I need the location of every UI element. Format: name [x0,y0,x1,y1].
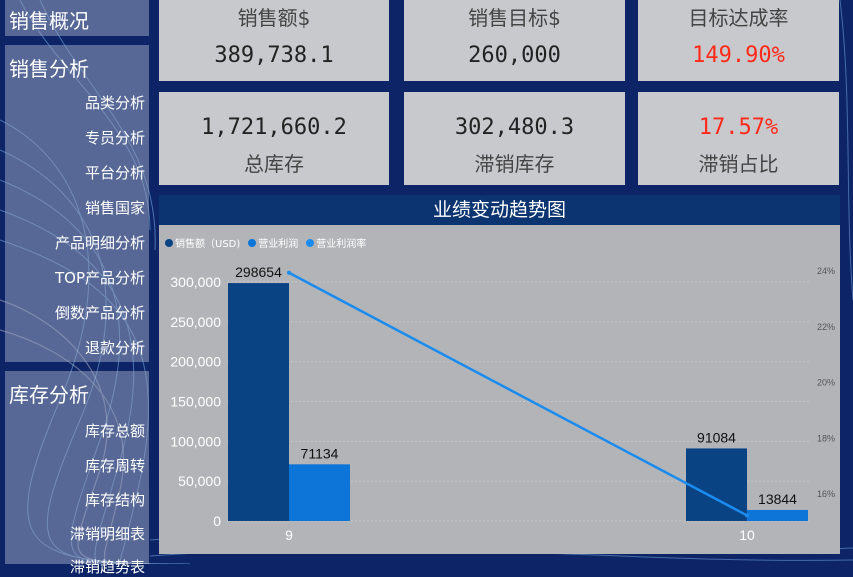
y-tick-label: 50,000 [178,473,221,489]
y-tick-label: 150,000 [170,394,221,410]
bar-sales [228,283,289,521]
y2-tick-label: 18% [817,433,835,443]
bar-value-label: 298654 [235,264,282,280]
y2-tick-label: 22% [817,322,835,332]
y-tick-label: 200,000 [170,354,221,370]
sidebar-overview-title[interactable]: 销售概况 [9,5,89,34]
sidebar-overview[interactable]: 销售概况 [5,0,149,36]
kpi-target-rate-value: 149.90% [692,43,785,68]
sidebar-item-platform[interactable]: 平台分析 [85,162,145,183]
rate-point [745,513,749,518]
y2-tick-label: 20% [817,378,835,388]
y-tick-label: 0 [213,513,221,529]
bar-profit [289,464,350,521]
trend-chart: 0 50,000 100,000 150,000 200,000 250,000 300,0… [170,264,835,543]
sidebar-sales-title[interactable]: 销售分析 [9,53,89,82]
sidebar-item-product-detail[interactable]: 产品明细分析 [55,232,145,253]
sidebar-item-bottom-products[interactable]: 倒数产品分析 [55,302,145,323]
sidebar-item-top-products[interactable]: TOP产品分析 [55,267,145,288]
y2-tick-label: 24% [817,266,835,276]
sidebar-item-inventory-structure[interactable]: 库存结构 [85,489,145,510]
bar-value-label: 71134 [301,445,339,461]
kpi-total-inventory: 1,721,660.2 总库存 [159,92,389,185]
y-tick-label: 250,000 [170,314,221,330]
kpi-sales-amount-value: 389,738.1 [214,43,334,68]
kpi-slow-ratio: 17.57% 滞销占比 [638,92,839,185]
kpi-slow-ratio-value: 17.57% [698,115,779,140]
sidebar-inventory-title[interactable]: 库存分析 [9,379,89,408]
trend-chart-panel: 业绩变动趋势图 销售额（USD) 营业利润 营业利润率 0 50,000 100,0… [159,195,840,554]
kpi-sales-amount: 销售额$ 389,738.1 [159,0,389,81]
kpi-sales-target-value: 260,000 [468,43,561,68]
kpi-sales-target: 销售目标$ 260,000 [404,0,625,81]
bar-value-label: 13844 [758,491,797,507]
bar-profit [747,509,808,521]
sidebar-item-country[interactable]: 销售国家 [85,197,145,218]
rate-point [287,270,291,275]
kpi-slow-inventory: 302,480.3 滞销库存 [404,92,625,185]
kpi-target-rate-label: 目标达成率 [688,6,789,30]
chart-title: 业绩变动趋势图 [159,195,840,225]
bar-value-label: 91084 [697,429,736,445]
y-tick-label: 100,000 [170,433,221,449]
kpi-slow-inventory-label: 滞销库存 [474,152,555,176]
sidebar-item-category[interactable]: 品类分析 [85,92,145,113]
sidebar-sales-section: 销售分析 品类分析 专员分析 平台分析 销售国家 产品明细分析 TOP产品分析 … [5,45,149,362]
x-tick-label: 10 [739,527,755,543]
kpi-total-inventory-label: 总库存 [244,152,304,176]
kpi-sales-target-label: 销售目标$ [468,6,561,30]
kpi-slow-inventory-value: 302,480.3 [454,115,575,140]
sidebar-item-refund[interactable]: 退款分析 [85,337,145,358]
kpi-target-rate: 目标达成率 149.90% [638,0,839,81]
sidebar-inventory-section: 库存分析 库存总额 库存周转 库存结构 滞销明细表 滞销趋势表 [5,371,149,576]
x-tick-label: 9 [285,527,293,543]
kpi-total-inventory-value: 1,721,660.2 [201,115,347,140]
kpi-sales-amount-label: 销售额$ [237,6,311,30]
sidebar-item-inventory-turnover[interactable]: 库存周转 [85,455,145,476]
kpi-slow-ratio-label: 滞销占比 [698,152,779,176]
sidebar-item-specialist[interactable]: 专员分析 [85,127,145,148]
rate-line [288,271,748,517]
sidebar-item-slow-detail[interactable]: 滞销明细表 [70,523,145,544]
sidebar-item-inventory-total[interactable]: 库存总额 [85,420,145,441]
sidebar-item-slow-trend[interactable]: 滞销趋势表 [70,556,145,577]
y2-tick-label: 16% [817,489,835,499]
sidebar: 销售概况 销售分析 品类分析 专员分析 平台分析 销售国家 产品明细分析 TOP… [0,0,152,576]
y-tick-label: 300,000 [170,274,221,290]
